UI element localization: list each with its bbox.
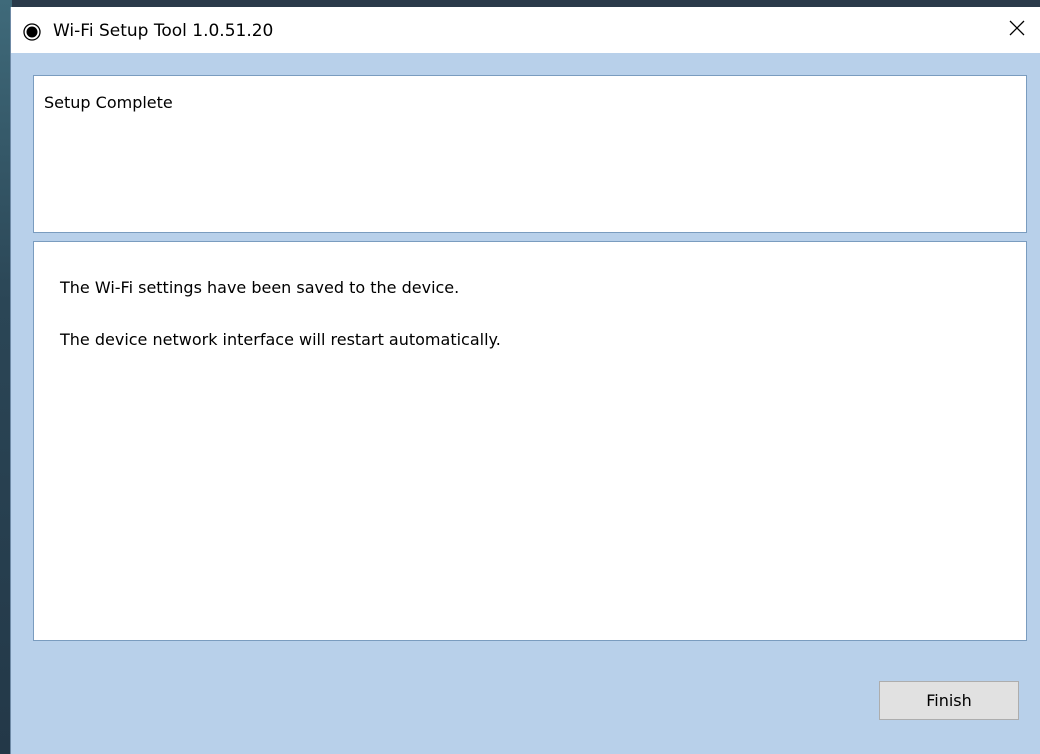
app-icon [23,23,41,41]
header-panel: Setup Complete [33,75,1027,233]
close-icon [1009,20,1025,40]
finish-button[interactable]: Finish [879,681,1019,720]
content-panel: The Wi-Fi settings have been saved to th… [33,241,1027,641]
setup-dialog-window: Wi-Fi Setup Tool 1.0.51.20 Setup Complet… [10,7,1040,754]
settings-saved-message: The Wi-Fi settings have been saved to th… [60,278,460,297]
close-button[interactable] [994,7,1040,53]
page-title: Setup Complete [44,93,173,112]
window-title: Wi-Fi Setup Tool 1.0.51.20 [53,21,274,41]
restart-notice-message: The device network interface will restar… [60,330,501,349]
title-bar[interactable]: Wi-Fi Setup Tool 1.0.51.20 [11,7,1040,53]
